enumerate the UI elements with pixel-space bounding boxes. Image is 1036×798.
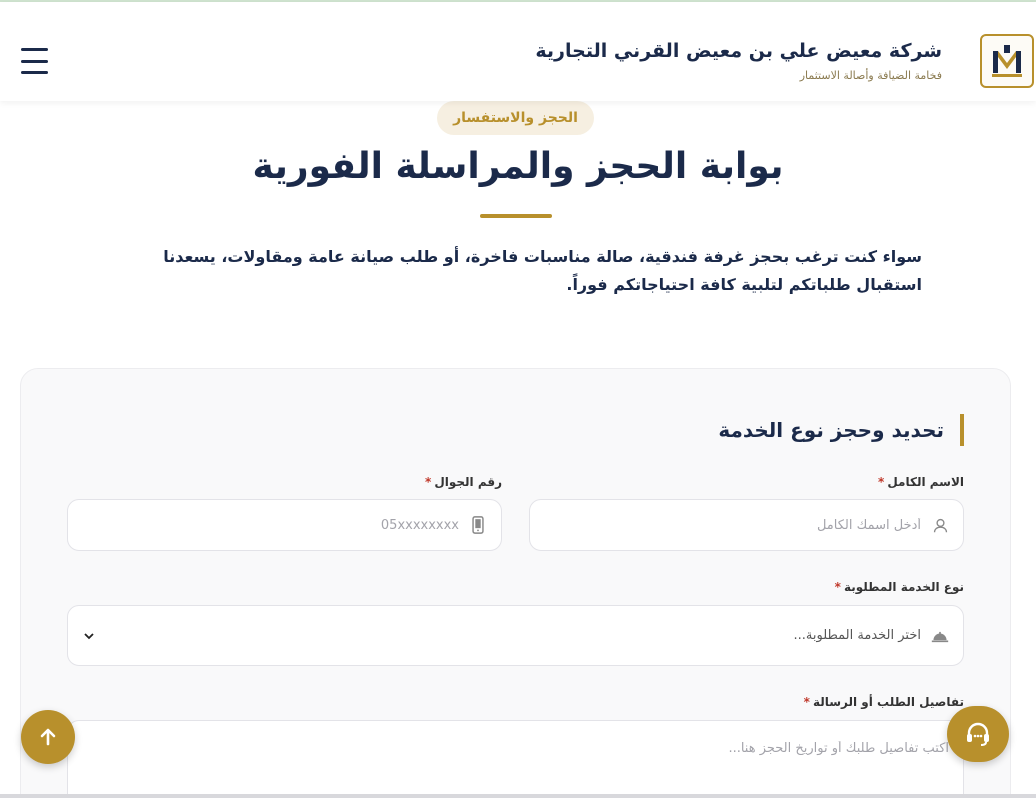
full-name-field[interactable] <box>529 499 964 551</box>
phone-input[interactable] <box>82 517 459 533</box>
page-title: بوابة الحجز والمراسلة الفورية <box>252 146 784 187</box>
details-textarea[interactable] <box>82 741 949 781</box>
full-name-label: الاسم الكامل* <box>878 475 964 489</box>
logo-mark-icon <box>992 45 1022 77</box>
phone-field[interactable] <box>67 499 502 551</box>
scroll-to-top-button[interactable] <box>21 710 75 764</box>
full-name-input[interactable] <box>544 517 921 533</box>
site-header: شركة معيض علي بن معيض القرني التجارية فخ… <box>0 2 1036 101</box>
intro-text: سواء كنت ترغب بحجز غرفة فندقية، صالة منا… <box>163 247 922 294</box>
user-icon <box>931 516 949 534</box>
chevron-down-icon <box>84 632 94 639</box>
mobile-phone-icon <box>469 516 487 534</box>
title-divider <box>480 214 552 218</box>
company-logo[interactable] <box>980 34 1034 88</box>
details-field[interactable] <box>67 720 964 798</box>
service-selected-value: اختر الخدمة المطلوبة... <box>793 628 922 643</box>
service-label: نوع الخدمة المطلوبة* <box>834 580 964 594</box>
form-section-title: تحديد وحجز نوع الخدمة <box>718 414 964 446</box>
bell-icon <box>931 627 949 645</box>
phone-label: رقم الجوال* <box>425 475 502 489</box>
details-label: تفاصيل الطلب أو الرسالة* <box>803 695 964 709</box>
company-tagline: فخامة الضيافة وأصالة الاستثمار <box>799 69 942 82</box>
section-badge: الحجز والاستفسار <box>437 101 594 135</box>
company-name: شركة معيض علي بن معيض القرني التجارية <box>535 40 942 62</box>
arrow-up-icon <box>40 728 56 746</box>
menu-icon[interactable] <box>21 48 48 74</box>
support-chat-button[interactable] <box>947 706 1009 762</box>
service-select[interactable]: اختر الخدمة المطلوبة... <box>67 605 964 666</box>
bottom-scrollbar <box>0 794 1036 798</box>
headset-icon <box>967 722 989 746</box>
